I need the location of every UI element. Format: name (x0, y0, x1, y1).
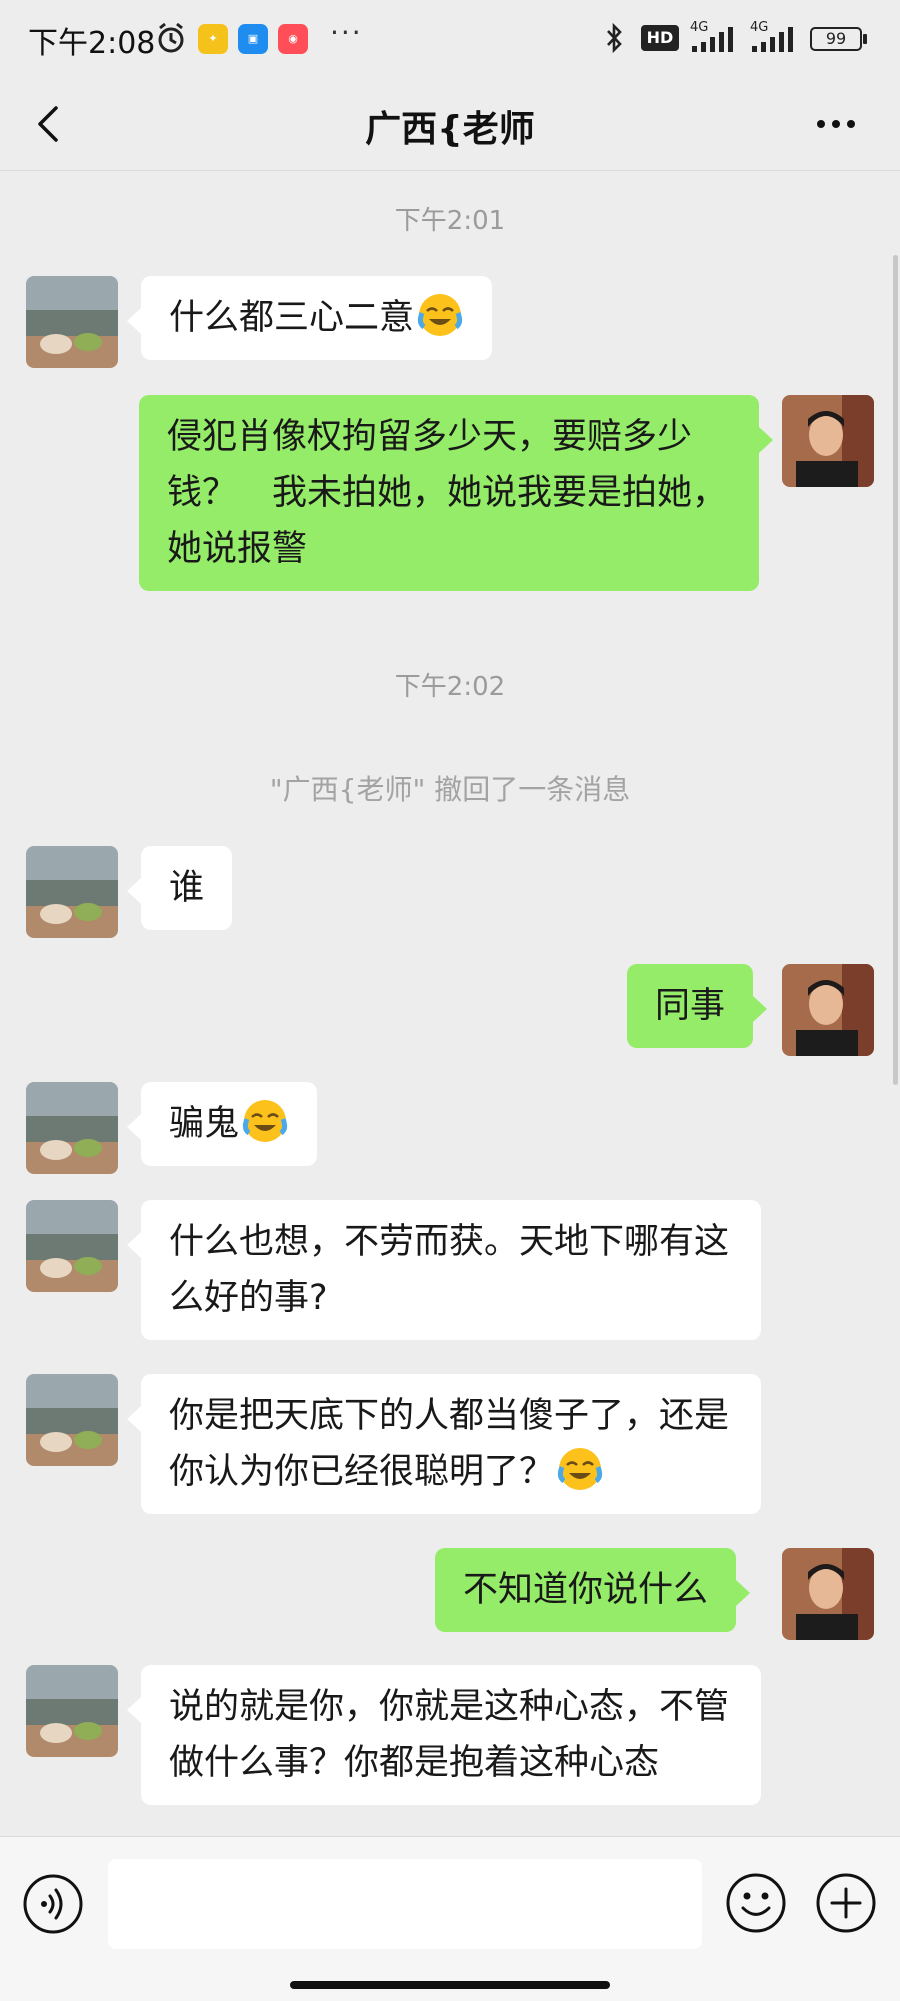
message-text: 侵犯肖像权拘留多少天，要赔多少钱？ 我未拍她，她说我要是拍她，她说报警 (167, 417, 728, 569)
message-bubble-sent[interactable]: 同事 (627, 964, 768, 1048)
cry-laugh-emoji (417, 294, 463, 336)
hd-badge: HD (641, 25, 679, 51)
contact-avatar[interactable] (26, 1374, 118, 1466)
status-bar: 下午2:08 ✦ ▣ ◉ ··· HD 4G 4G 99 (0, 0, 900, 78)
avatar-image (26, 1374, 118, 1466)
chat-header: 广西{老师 (0, 78, 900, 171)
more-notifications-icon: ··· (330, 16, 363, 49)
alarm-icon (158, 22, 184, 53)
plus-icon[interactable] (814, 1871, 878, 1935)
message-bubble-sent[interactable]: 侵犯肖像权拘留多少天，要赔多少钱？ 我未拍她，她说我要是拍她，她说报警 (139, 395, 773, 591)
message-bubble-received[interactable]: 骗鬼 (126, 1082, 318, 1166)
message-bubble-received[interactable]: 什么都三心二意 (126, 276, 493, 360)
cry-laugh-emoji (557, 1448, 603, 1490)
avatar-image (782, 395, 874, 487)
message-text: 什么都三心二意 (169, 298, 415, 338)
cry-laugh-emoji (242, 1100, 288, 1142)
app-notification-icon: ▣ (238, 24, 268, 54)
message-text: 不知道你说什么 (463, 1570, 709, 1610)
timestamp: 下午2:01 (394, 206, 506, 236)
chat-title: 广西{老师 (365, 109, 535, 150)
battery-tip (863, 34, 867, 44)
recall-notice: "广西{老师" 撤回了一条消息 (269, 773, 631, 806)
app-notification-icon: ◉ (278, 24, 308, 54)
avatar-image (26, 1665, 118, 1757)
avatar-image (26, 1082, 118, 1174)
avatar-image (26, 276, 118, 368)
status-time: 下午2:08 (28, 26, 156, 61)
message-bubble-received[interactable]: 你是把天底下的人都当傻子了，还是你认为你已经很聪明了？ (127, 1374, 761, 1514)
more-dots-icon[interactable] (806, 96, 866, 152)
my-avatar[interactable] (782, 395, 874, 487)
avatar-image (26, 1200, 118, 1292)
signal-icon (692, 27, 733, 52)
input-bar (0, 1836, 900, 2001)
contact-avatar[interactable] (26, 276, 118, 368)
battery-icon: 99 (810, 27, 862, 51)
contact-avatar[interactable] (26, 1200, 118, 1292)
message-text: 谁 (169, 868, 205, 908)
message-input[interactable] (108, 1859, 702, 1949)
message-text: 你是把天底下的人都当傻子了，还是你认为你已经很聪明了？ (169, 1396, 730, 1492)
home-indicator[interactable] (290, 1981, 610, 1989)
message-text: 骗鬼 (169, 1104, 240, 1144)
emoji-face-icon[interactable] (724, 1871, 788, 1935)
voice-icon[interactable] (22, 1873, 84, 1935)
contact-avatar[interactable] (26, 1082, 118, 1174)
app-notification-icon: ✦ (198, 24, 228, 54)
avatar-image (782, 964, 874, 1056)
signal-icon (752, 27, 793, 52)
message-text: 说的就是你，你就是这种心态，不管做什么事？你都是抱着这种心态 (169, 1687, 730, 1783)
message-bubble-received[interactable]: 说的就是你，你就是这种心态，不管做什么事？你都是抱着这种心态 (127, 1665, 761, 1805)
contact-avatar[interactable] (26, 846, 118, 938)
battery-level: 99 (825, 29, 847, 48)
chat-scrollbar[interactable] (893, 255, 898, 1085)
hd-label: HD (646, 28, 674, 47)
message-text: 同事 (655, 986, 726, 1026)
message-text: 什么也想，不劳而获。天地下哪有这么好的事? (169, 1222, 730, 1318)
timestamp: 下午2:02 (394, 672, 506, 702)
my-avatar[interactable] (782, 1548, 874, 1640)
my-avatar[interactable] (782, 964, 874, 1056)
message-bubble-received[interactable]: 谁 (126, 846, 233, 930)
bluetooth-icon (607, 22, 622, 54)
contact-avatar[interactable] (26, 1665, 118, 1757)
avatar-image (26, 846, 118, 938)
message-bubble-sent[interactable]: 不知道你说什么 (435, 1548, 751, 1632)
message-bubble-received[interactable]: 什么也想，不劳而获。天地下哪有这么好的事? (127, 1200, 761, 1340)
avatar-image (782, 1548, 874, 1640)
